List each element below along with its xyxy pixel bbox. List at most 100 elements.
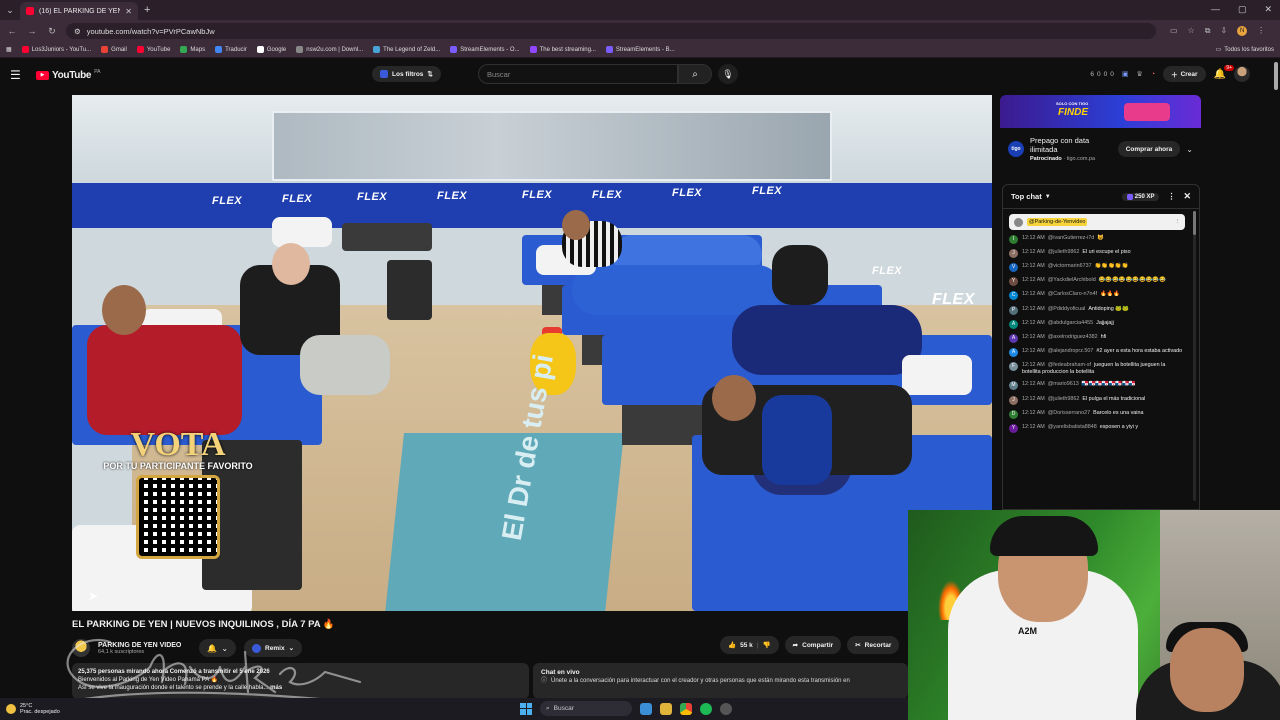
ad-banner[interactable]: SOLO CON TIGO FINDE: [1000, 95, 1201, 128]
pinned-more-icon[interactable]: ⋮: [1175, 219, 1181, 225]
notifications-button[interactable]: 🔔 9+: [1214, 64, 1234, 80]
live-icon[interactable]: ◔: [1151, 71, 1155, 78]
chat-message[interactable]: F 12:12 AM @fedeabraham-sf jueguen la botel…: [1009, 360, 1185, 379]
chat-author[interactable]: @YackdielArchibold: [1048, 277, 1096, 283]
channel-name[interactable]: PARKING DE YEN VIDEO: [98, 642, 181, 649]
ad-card[interactable]: tigo Prepago con data ilimitada Patrocin…: [1000, 128, 1201, 170]
bookmark-item[interactable]: Gmail: [101, 46, 127, 53]
chat-author[interactable]: @fedeabraham-sf: [1048, 362, 1091, 368]
address-bar[interactable]: ⚙ youtube.com/watch?v=PVrPCawNbJw: [66, 23, 1156, 39]
search-input[interactable]: Buscar: [478, 64, 678, 84]
new-tab-icon[interactable]: +: [144, 4, 150, 16]
apps-grid-icon[interactable]: ▦: [6, 46, 12, 53]
create-button[interactable]: ＋ Crear: [1163, 66, 1206, 82]
thumbs-down-icon[interactable]: 👎: [763, 641, 771, 649]
download-icon[interactable]: ⇩: [1220, 26, 1227, 36]
bookmark-star-icon[interactable]: ☆: [1188, 26, 1195, 36]
chat-message[interactable]: A 12:12 AM @abdulgarcia4455 Jajjajajj: [1009, 317, 1185, 331]
maximize-icon[interactable]: ▢: [1238, 4, 1247, 15]
tab-search-icon[interactable]: ⌄: [0, 0, 20, 20]
all-bookmarks-link[interactable]: ▭ Todos los favoritos: [1216, 46, 1274, 54]
bookmark-item[interactable]: Google: [256, 46, 286, 53]
chat-message[interactable]: A 12:12 AM @alejandroprz.507 #2 ayer a esta…: [1009, 346, 1185, 360]
tab-close-icon[interactable]: ✕: [125, 7, 132, 16]
spotify-icon[interactable]: [700, 702, 712, 715]
video-description[interactable]: 25,375 personas mirando ahora Comenzó a …: [72, 663, 529, 699]
chat-scroll-thumb[interactable]: [1193, 211, 1196, 235]
chat-message[interactable]: Y 12:12 AM @YackdielArchibold 😂😂😂😂😂😂😂😂😂😂: [1009, 275, 1185, 289]
share-button[interactable]: ➦ Compartir: [784, 636, 842, 654]
chat-close-icon[interactable]: ✕: [1183, 191, 1191, 202]
chat-message[interactable]: D 12:12 AM @Dorisserrano27 Barcelo es una v…: [1009, 407, 1185, 421]
chat-message[interactable]: V 12:12 AM @victormarin6737 👏👏👏👏👏: [1009, 260, 1185, 274]
copilot-icon[interactable]: [640, 702, 652, 715]
bookmark-item[interactable]: StreamElements - B...: [605, 46, 675, 53]
chat-author[interactable]: @julieth9862: [1048, 396, 1080, 402]
site-info-icon[interactable]: ⚙: [74, 27, 81, 36]
live-chat-panel[interactable]: Chat en vivo ⓘ Únete a la conversación p…: [533, 663, 908, 699]
show-more-link[interactable]: más: [270, 685, 282, 691]
browser-tab-active[interactable]: (16) EL PARKING DE YEN | NUE ✕: [20, 2, 138, 20]
browser-menu-icon[interactable]: ⋮: [1257, 26, 1265, 36]
bookmark-item[interactable]: The Legend of Zeld...: [373, 46, 440, 53]
profile-avatar[interactable]: N: [1237, 26, 1248, 36]
chrome-icon[interactable]: [680, 702, 692, 715]
filters-button[interactable]: Los filtros ⇅: [372, 66, 441, 82]
bookmark-item[interactable]: StreamElements - O...: [450, 46, 520, 53]
chat-message[interactable]: J 12:12 AM @julieth9862 El uri escupe el pi…: [1009, 246, 1185, 260]
file-explorer-icon[interactable]: [660, 702, 672, 715]
youtube-logo[interactable]: ▶ YouTube PA: [36, 69, 101, 81]
chat-message[interactable]: P 12:12 AM @Pdiddyoficual Antidoping 🐸🐸: [1009, 303, 1185, 317]
trophy-icon[interactable]: ♕: [1137, 70, 1143, 78]
chat-message[interactable]: C 12:12 AM @CarlosClaro-n7n4f 🔥🔥🔥: [1009, 289, 1185, 303]
chat-author[interactable]: @mario9613: [1048, 381, 1079, 387]
like-button[interactable]: 👍 55 k | 👎: [720, 636, 779, 654]
close-window-icon[interactable]: ✕: [1264, 4, 1272, 15]
chat-author[interactable]: @abdulgarcia4455: [1048, 320, 1093, 326]
extensions-icon[interactable]: ⧉: [1205, 26, 1211, 36]
chat-scrollbar[interactable]: [1193, 211, 1196, 501]
extension-icon[interactable]: ▣: [1122, 70, 1129, 78]
minimize-icon[interactable]: —: [1211, 4, 1220, 15]
chat-author[interactable]: @ivanGutierrez-i7d: [1048, 235, 1095, 241]
video-player[interactable]: FLEX FLEX FLEX FLEX FLEX FLEX FLEX FLEX …: [72, 95, 992, 611]
chat-more-icon[interactable]: ⋮: [1167, 192, 1175, 201]
chevron-down-icon[interactable]: ⌄: [1186, 145, 1193, 154]
reload-icon[interactable]: ↻: [46, 26, 58, 37]
bookmark-item[interactable]: YouTube: [136, 46, 170, 53]
cast-icon[interactable]: ▭: [1170, 26, 1178, 36]
back-icon[interactable]: ←: [6, 26, 18, 36]
chat-author[interactable]: @yarelisbatista8848: [1048, 424, 1097, 430]
chat-author[interactable]: @Dorisserrano27: [1048, 410, 1090, 416]
chat-author[interactable]: @CarlosClaro-n7n4f: [1048, 291, 1097, 297]
xp-badge[interactable]: 250 XP: [1121, 192, 1160, 201]
pinned-message[interactable]: @Parking-de-Yenvideo ⋮: [1009, 214, 1185, 230]
chat-author[interactable]: @victormarin6737: [1048, 263, 1092, 269]
bookmark-item[interactable]: Los3Juniors - YouTu...: [21, 46, 91, 53]
bookmark-item[interactable]: The best streaming...: [529, 46, 596, 53]
page-scrollbar[interactable]: [1274, 62, 1278, 90]
voice-search-button[interactable]: 🎙: [718, 64, 738, 84]
channel-avatar[interactable]: [72, 639, 90, 657]
chat-message[interactable]: J 12:12 AM @julieth9862 El pulga el más tra…: [1009, 393, 1185, 407]
obs-icon[interactable]: [720, 702, 732, 715]
bookmark-item[interactable]: Maps: [180, 46, 205, 53]
weather-widget[interactable]: 25°C Prac. despejado: [0, 703, 60, 716]
chat-message[interactable]: Y 12:12 AM @yarelisbatista8848 esposen a yi…: [1009, 421, 1185, 435]
taskbar-search[interactable]: ⌕ Buscar: [540, 701, 632, 716]
remix-button[interactable]: Remix ⌄: [244, 639, 303, 657]
subscription-bell-button[interactable]: 🔔 ⌄: [199, 639, 237, 657]
windows-start-icon[interactable]: [520, 702, 532, 715]
chat-mode-dropdown[interactable]: Top chat: [1011, 192, 1042, 201]
search-button[interactable]: ⌕: [678, 64, 712, 84]
chevron-down-icon[interactable]: ▼: [1045, 194, 1051, 200]
account-avatar[interactable]: [1234, 66, 1250, 82]
hamburger-menu-icon[interactable]: ☰: [10, 68, 26, 82]
ad-cta-button[interactable]: Comprar ahora: [1117, 141, 1181, 157]
chat-author[interactable]: @Pdiddyoficual: [1048, 306, 1086, 312]
chat-message[interactable]: I 12:12 AM @ivanGutierrez-i7d 😺: [1009, 232, 1185, 246]
chat-message[interactable]: A 12:12 AM @axelrodriguez4382 hfi: [1009, 331, 1185, 345]
chat-author[interactable]: @axelrodriguez4382: [1048, 334, 1098, 340]
chat-author[interactable]: @julieth9862: [1048, 249, 1080, 255]
clip-button[interactable]: ✂ Recortar: [847, 636, 900, 654]
